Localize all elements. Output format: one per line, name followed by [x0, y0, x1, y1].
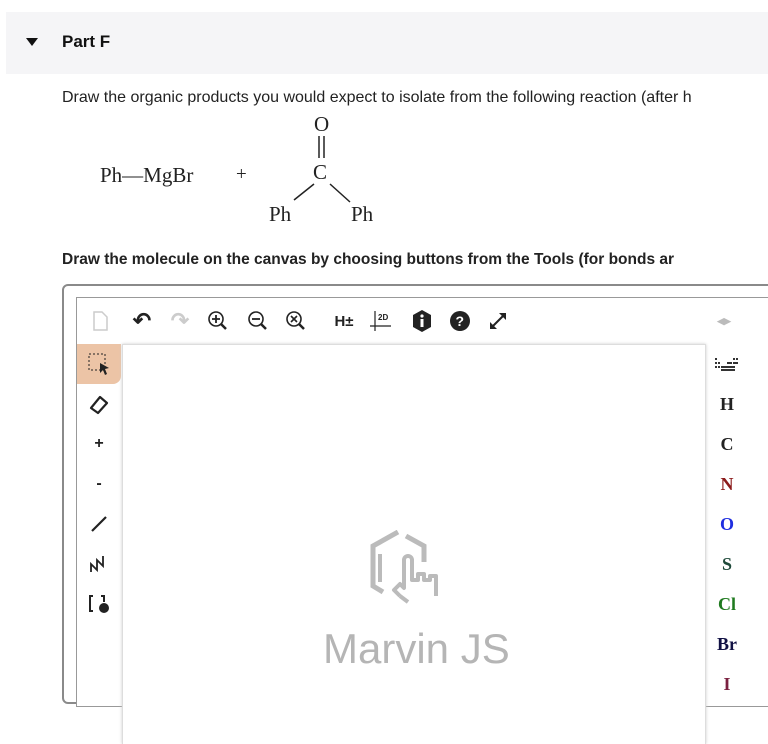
marvin-watermark: Marvin JS — [323, 625, 510, 672]
element-s[interactable]: S — [707, 544, 747, 584]
instruction-text: Draw the molecule on the canvas by choos… — [62, 251, 675, 268]
phenyl-left: Ph — [269, 202, 292, 226]
element-panel: H C N O S Cl Br I — [707, 344, 747, 704]
clean-2d-label: 2D — [378, 313, 388, 322]
panel-toggle-icon[interactable]: ◀▶ — [713, 310, 735, 332]
undo-icon[interactable]: ↶ — [131, 308, 153, 333]
collapse-triangle-icon[interactable] — [26, 38, 38, 46]
phenyl-right: Ph — [351, 202, 374, 226]
decrease-charge-tool[interactable]: - — [77, 464, 121, 504]
single-bond-tool[interactable] — [77, 504, 121, 544]
element-c[interactable]: C — [707, 424, 747, 464]
element-cl[interactable]: Cl — [707, 584, 747, 624]
bracket-tool[interactable] — [77, 584, 121, 624]
bond-icon — [91, 516, 107, 532]
part-title: Part F — [62, 32, 111, 51]
erase-tool[interactable] — [77, 384, 121, 424]
select-rect-icon — [88, 353, 109, 375]
svg-text:?: ? — [456, 313, 465, 329]
select-tool[interactable] — [77, 344, 121, 384]
info-icon[interactable] — [411, 310, 433, 332]
element-h[interactable]: H — [707, 384, 747, 424]
bracket-icon — [89, 595, 109, 613]
element-i[interactable]: I — [707, 664, 747, 704]
zoom-reset-icon[interactable] — [285, 310, 307, 332]
zoom-in-icon[interactable] — [207, 310, 229, 332]
element-br[interactable]: Br — [707, 624, 747, 664]
reaction-image: Ph—MgBr + O C Ph Ph — [60, 108, 420, 233]
help-icon[interactable]: ? — [449, 310, 471, 332]
element-n[interactable]: N — [707, 464, 747, 504]
top-toolbar: ↶ ↷ H± 2D ? ◀▶ — [77, 298, 768, 342]
carbon-label: C — [313, 160, 328, 184]
question-text: Draw the organic products you would expe… — [62, 89, 692, 106]
clean-2d-icon[interactable]: 2D — [369, 310, 391, 332]
element-o[interactable]: O — [707, 504, 747, 544]
left-toolbar: + - — [77, 344, 121, 624]
zoom-out-icon[interactable] — [247, 310, 269, 332]
part-header[interactable] — [6, 12, 768, 74]
h-toggle-button[interactable]: H± — [329, 310, 359, 332]
eraser-icon — [89, 395, 109, 415]
increase-charge-tool[interactable]: + — [77, 424, 121, 464]
redo-icon[interactable]: ↷ — [169, 308, 191, 333]
periodic-table-icon[interactable] — [707, 344, 747, 384]
marvin-editor: ↶ ↷ H± 2D ? ◀▶ + - Marvin JS H C N O S Cl Br I — [76, 297, 768, 744]
drawing-canvas[interactable]: Marvin JS — [122, 344, 706, 744]
chain-icon — [90, 556, 104, 573]
new-document-icon[interactable] — [89, 310, 111, 332]
marvin-logo-icon — [370, 530, 438, 604]
fullscreen-icon[interactable] — [487, 310, 509, 332]
chain-tool[interactable] — [77, 544, 121, 584]
